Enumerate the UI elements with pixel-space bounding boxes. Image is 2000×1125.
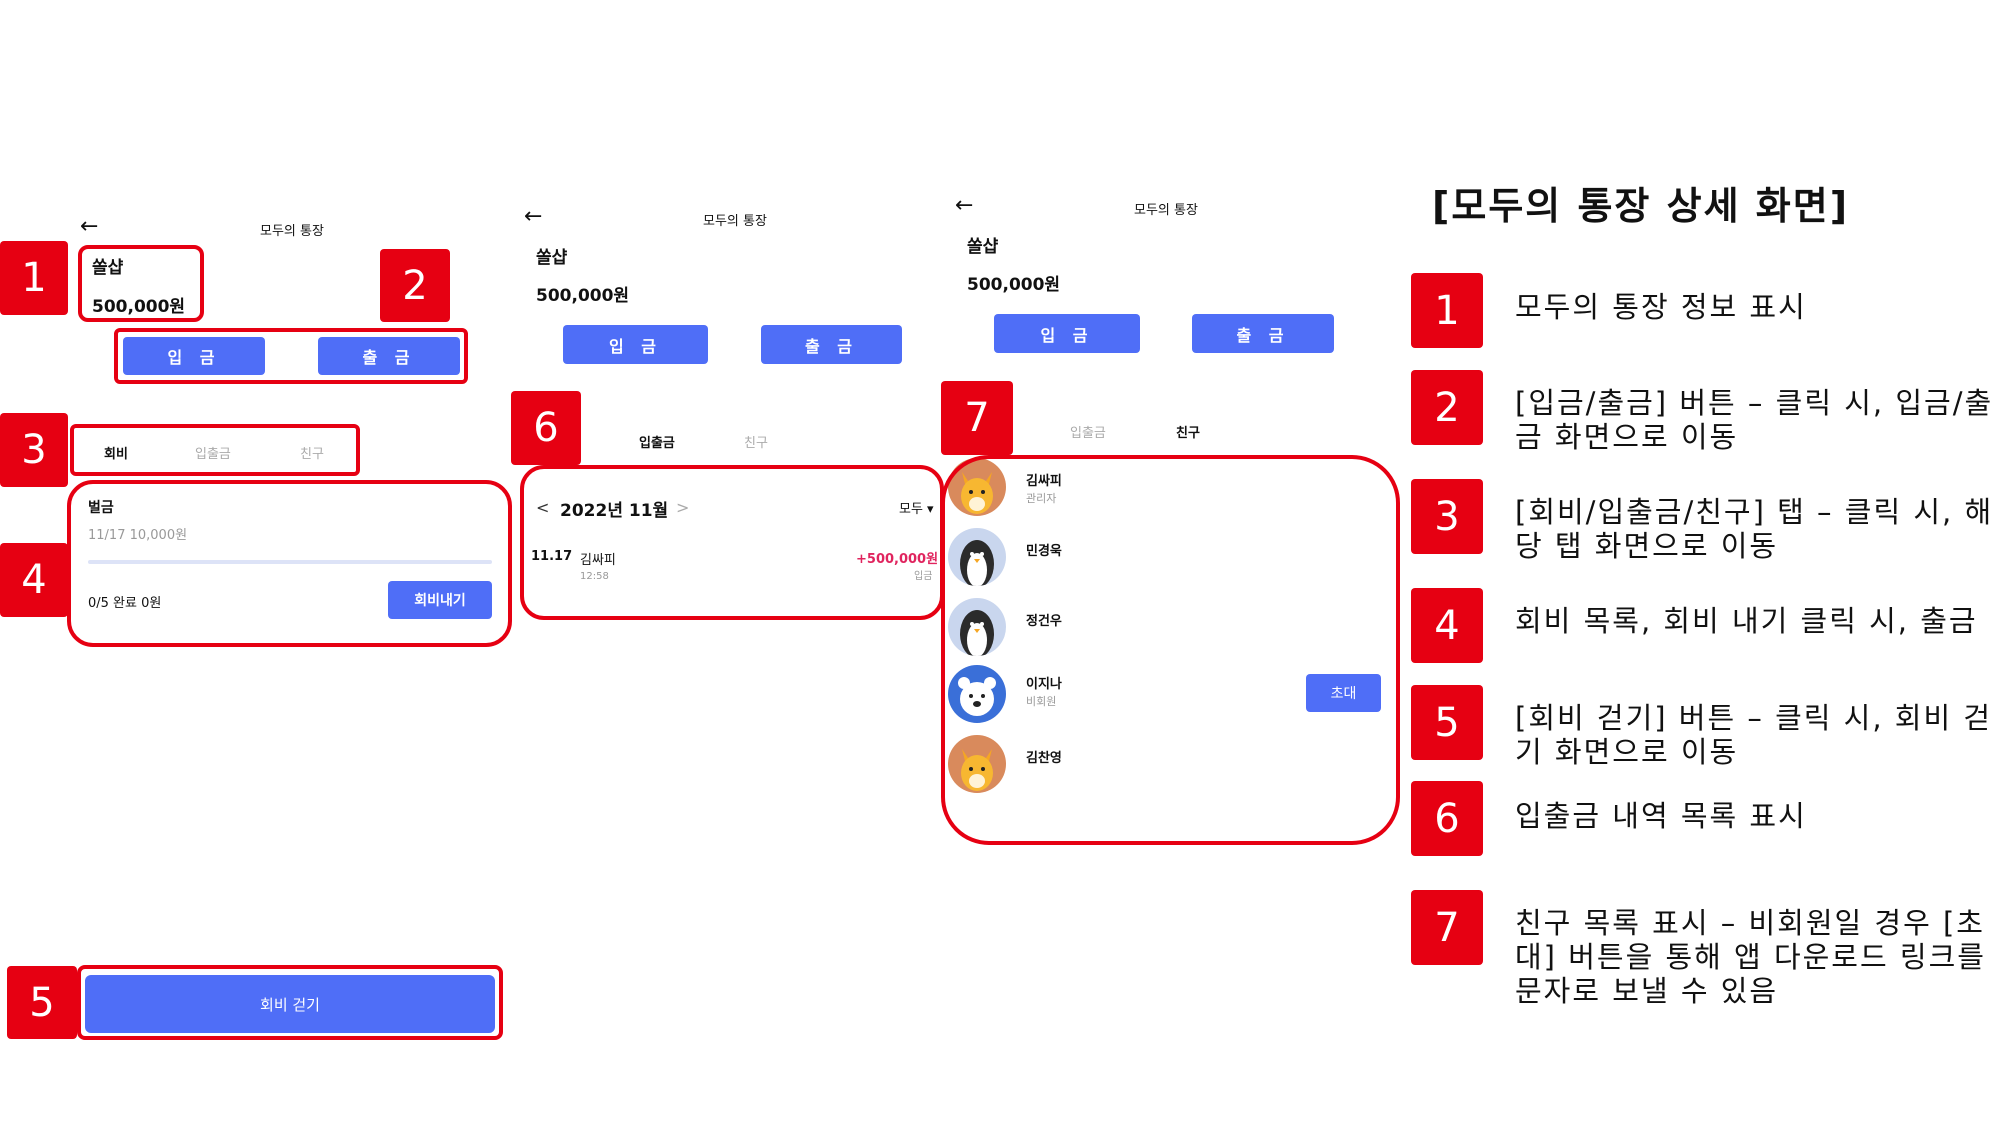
- account-name: 쏠샵: [536, 248, 568, 268]
- legend-text-6: 입출금 내역 목록 표시: [1515, 799, 1807, 833]
- annotation-badge-1: 1: [0, 241, 68, 315]
- legend-badge-4: 4: [1411, 588, 1483, 663]
- tab-friends[interactable]: 친구: [744, 432, 768, 451]
- annotation-badge-5: 5: [7, 966, 77, 1039]
- legend-text-1: 모두의 통장 정보 표시: [1515, 290, 1807, 324]
- annotation-box-7: [941, 455, 1400, 845]
- legend-badge-5: 5: [1411, 685, 1483, 760]
- back-arrow-icon[interactable]: ←: [955, 195, 973, 217]
- tab-transactions[interactable]: 입출금: [639, 432, 675, 451]
- legend-badge-7: 7: [1411, 890, 1483, 965]
- annotation-badge-2: 2: [380, 249, 450, 322]
- deposit-button[interactable]: 입 금: [563, 325, 708, 364]
- legend-badge-1: 1: [1411, 273, 1483, 348]
- tab-friends[interactable]: 친구: [1176, 422, 1200, 441]
- annotation-box-4: [67, 480, 512, 647]
- legend-text-5: [회비 걷기] 버튼 – 클릭 시, 회비 걷기 화면으로 이동: [1515, 701, 1993, 769]
- annotation-badge-6: 6: [511, 391, 581, 465]
- legend-badge-6: 6: [1411, 781, 1483, 856]
- annotation-box-5: [77, 965, 503, 1040]
- annotation-box-2: [114, 328, 468, 384]
- annotation-box-6: [520, 465, 944, 620]
- legend-badge-2: 2: [1411, 370, 1483, 445]
- page-title: 모두의 통장: [260, 224, 324, 239]
- legend-text-7: 친구 목록 표시 – 비회원일 경우 [초대] 버튼을 통해 앱 다운로드 링크…: [1515, 906, 1986, 1008]
- back-arrow-icon[interactable]: ←: [524, 206, 542, 228]
- deposit-button[interactable]: 입 금: [994, 314, 1140, 353]
- annotation-box-1: [78, 245, 204, 322]
- back-arrow-icon[interactable]: ←: [80, 216, 98, 238]
- legend-badge-3: 3: [1411, 479, 1483, 554]
- account-balance: 500,000원: [967, 275, 1061, 295]
- page-heading: [모두의 통장 상세 화면]: [1432, 184, 1850, 228]
- annotation-box-3: [70, 424, 360, 476]
- legend-text-2: [입금/출금] 버튼 – 클릭 시, 입금/출금 화면으로 이동: [1515, 386, 1994, 454]
- account-name: 쏠샵: [967, 237, 999, 257]
- annotation-badge-4: 4: [0, 543, 68, 617]
- annotation-badge-3: 3: [0, 413, 68, 487]
- tab-transactions[interactable]: 입출금: [1070, 422, 1106, 441]
- annotation-badge-7: 7: [941, 381, 1013, 455]
- page-title: 모두의 통장: [703, 214, 767, 229]
- page-title: 모두의 통장: [1134, 203, 1198, 218]
- legend-text-4: 회비 목록, 회비 내기 클릭 시, 출금: [1515, 604, 1978, 638]
- legend-text-3: [회비/입출금/친구] 탭 – 클릭 시, 해당 탭 화면으로 이동: [1515, 495, 1994, 563]
- withdraw-button[interactable]: 출 금: [1192, 314, 1334, 353]
- withdraw-button[interactable]: 출 금: [761, 325, 902, 364]
- account-balance: 500,000원: [536, 286, 630, 306]
